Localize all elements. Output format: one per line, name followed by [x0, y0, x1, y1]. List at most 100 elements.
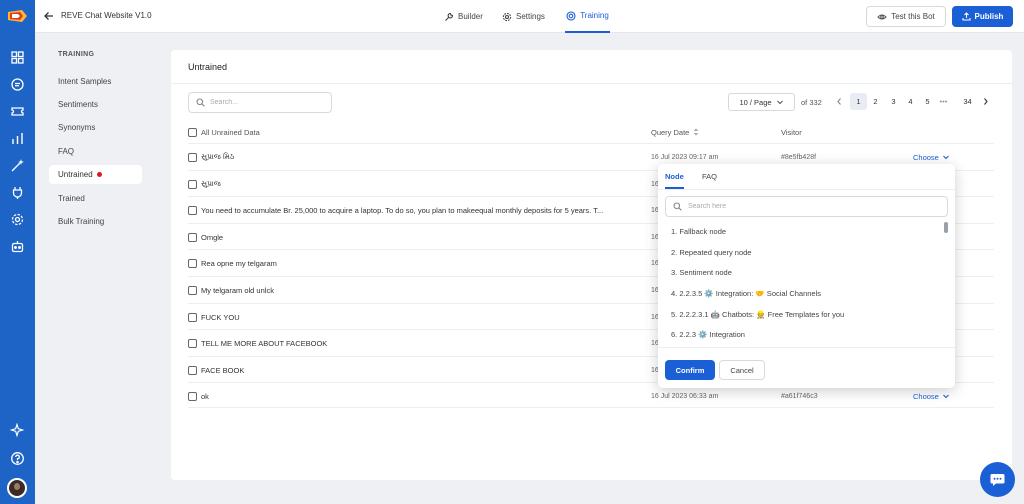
sidebar-item-label: Untrained	[58, 170, 93, 179]
back-arrow-icon[interactable]	[43, 10, 55, 22]
search-box[interactable]	[188, 92, 332, 113]
sidebar-item-bulk-training[interactable]: Bulk Training	[49, 212, 142, 231]
query-text: ok	[201, 391, 209, 401]
sidebar-item-trained[interactable]: Trained	[49, 189, 142, 208]
test-bot-button[interactable]: Test this Bot	[866, 6, 946, 27]
chevron-down-icon	[942, 155, 949, 160]
tab-training[interactable]: Training	[565, 0, 610, 33]
settings-gear-icon[interactable]	[10, 212, 25, 227]
page-2[interactable]: 2	[867, 93, 884, 110]
tab-builder-label: Builder	[458, 12, 483, 21]
select-all-checkbox[interactable]	[188, 127, 197, 137]
page-4[interactable]: 4	[902, 93, 919, 110]
query-text: My telgaram old unlck	[201, 285, 274, 295]
row-checkbox[interactable]	[188, 285, 197, 295]
sidebar-item-label: Bulk Training	[58, 217, 105, 226]
help-icon[interactable]	[10, 451, 25, 466]
sidebar-item-faq[interactable]: FAQ	[49, 142, 142, 161]
page-size-select[interactable]: 10 / Page	[728, 93, 795, 111]
popup-scrollbar[interactable]	[944, 222, 948, 233]
ticket-icon[interactable]	[10, 104, 25, 119]
upload-icon	[961, 12, 971, 21]
row-checkbox[interactable]	[188, 179, 197, 189]
plug-icon[interactable]	[10, 185, 25, 200]
choose-label: Choose	[913, 152, 939, 162]
magic-wand-icon[interactable]	[10, 158, 25, 173]
popup-search-box[interactable]	[665, 196, 948, 217]
popup-search-input[interactable]	[688, 203, 928, 210]
row-checkbox[interactable]	[188, 391, 197, 401]
sidebar-item-sentiments[interactable]: Sentiments	[49, 95, 142, 114]
page-title: Untrained	[188, 62, 228, 72]
page-3[interactable]: 3	[885, 93, 902, 110]
tab-faq[interactable]: FAQ	[702, 172, 717, 187]
app-title: REVE Chat Website V1.0	[61, 11, 152, 20]
tab-settings[interactable]: Settings	[502, 0, 545, 33]
training-sidebar: TRAINING Intent Samples Sentiments Synon…	[35, 33, 163, 504]
page-ellipsis[interactable]: •••	[935, 93, 952, 110]
bot-icon[interactable]	[10, 239, 25, 254]
node-option[interactable]: 1. Fallback node	[671, 227, 726, 236]
query-text: FACE BOOK	[201, 365, 245, 375]
tab-settings-label: Settings	[516, 12, 545, 21]
tab-node[interactable]: Node	[665, 172, 684, 189]
page-size-value: 10 / Page	[739, 97, 772, 107]
chat-icon[interactable]	[10, 77, 25, 92]
row-checkbox[interactable]	[188, 152, 197, 162]
row-checkbox[interactable]	[188, 365, 197, 375]
confirm-button[interactable]: Confirm	[665, 360, 715, 380]
row-checkbox[interactable]	[188, 338, 197, 348]
node-option[interactable]: 3. Sentiment node	[671, 268, 732, 277]
sparkle-icon[interactable]	[10, 423, 25, 438]
sidebar-item-label: FAQ	[58, 147, 75, 156]
search-icon	[196, 98, 205, 107]
header-visitor: Visitor	[781, 128, 802, 137]
cancel-button[interactable]: Cancel	[719, 360, 765, 380]
row-checkbox[interactable]	[188, 232, 197, 242]
gear-icon	[502, 12, 512, 21]
search-icon	[673, 202, 682, 211]
publish-button[interactable]: Publish	[952, 6, 1013, 27]
query-text: You need to accumulate Br. 25,000 to acq…	[201, 205, 604, 215]
node-option[interactable]: 6. 2.2.3 ⚙️ Integration	[671, 330, 745, 339]
node-option[interactable]: 2. Repeated query node	[671, 248, 751, 257]
header-all: All Unrained Data	[188, 127, 260, 137]
prev-page-icon[interactable]	[831, 93, 848, 110]
query-text: TELL ME MORE ABOUT FACEBOOK	[201, 338, 328, 348]
divider	[658, 189, 955, 190]
page-5[interactable]: 5	[919, 93, 936, 110]
row-checkbox[interactable]	[188, 205, 197, 215]
query-text: Omgle	[201, 232, 224, 242]
search-input[interactable]	[210, 99, 320, 106]
node-option[interactable]: 5. 2.2.2.3.1 🤖 Chatbots: 👷 Free Template…	[671, 310, 844, 319]
page-1[interactable]: 1	[850, 93, 867, 110]
tab-builder[interactable]: Builder	[444, 0, 483, 33]
chat-widget-button[interactable]	[980, 462, 1015, 497]
row-checkbox[interactable]	[188, 312, 197, 322]
wrench-icon	[445, 12, 454, 21]
tab-training-label: Training	[580, 11, 609, 20]
next-page-icon[interactable]	[977, 93, 994, 110]
reve-logo-icon[interactable]	[7, 9, 28, 23]
sidebar-item-intent-samples[interactable]: Intent Samples	[49, 72, 142, 91]
sidebar-item-label: Intent Samples	[58, 77, 112, 86]
node-option[interactable]: 4. 2.2.3.5 ⚙️ Integration: 🤝 Social Chan…	[671, 289, 821, 298]
dashboard-icon[interactable]	[10, 50, 25, 65]
intent-select-popup: Node FAQ 1. Fallback node 2. Repeated qu…	[658, 164, 955, 388]
sidebar-item-synonyms[interactable]: Synonyms	[49, 118, 142, 137]
sort-icon[interactable]	[693, 128, 699, 136]
chevron-down-icon	[942, 394, 949, 399]
header-date[interactable]: Query Date	[651, 128, 699, 137]
training-heading: TRAINING	[58, 51, 95, 58]
user-avatar[interactable]	[7, 478, 27, 498]
sidebar-item-untrained[interactable]: Untrained	[49, 165, 142, 184]
query-text: FUCK YOU	[201, 312, 240, 322]
divider	[171, 83, 1012, 84]
page-34[interactable]: 34	[959, 93, 976, 110]
chat-bubble-icon	[990, 473, 1005, 486]
row-checkbox[interactable]	[188, 258, 197, 268]
total-count: of 332	[801, 98, 822, 107]
header-visitor-label: Visitor	[781, 127, 802, 137]
query-text: Rea opne my telgaram	[201, 258, 277, 268]
analytics-icon[interactable]	[10, 131, 25, 146]
